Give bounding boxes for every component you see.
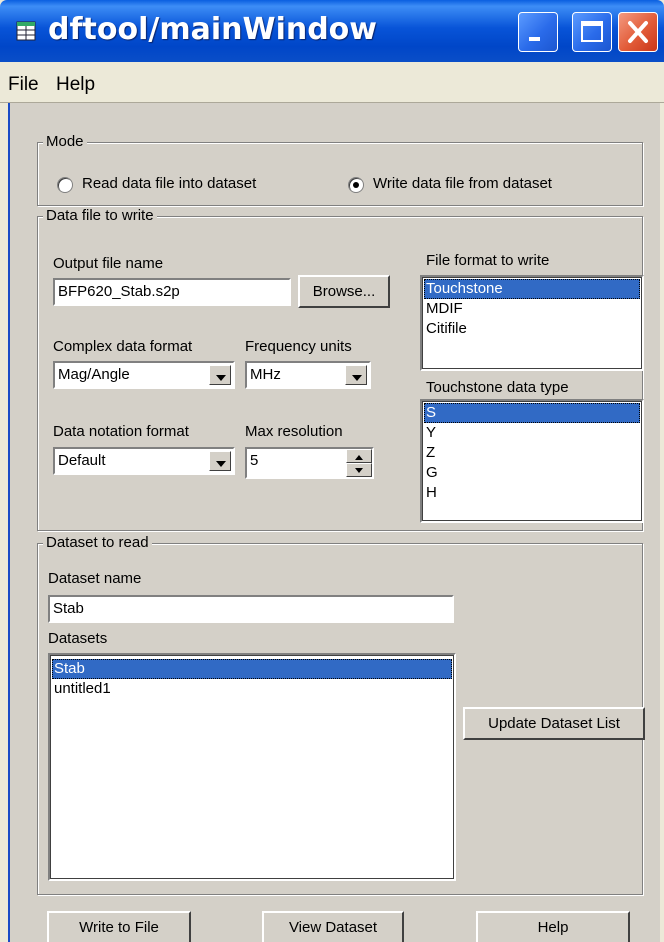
list-item[interactable]: Y <box>424 423 640 443</box>
radio-read-label[interactable]: Read data file into dataset <box>82 175 256 192</box>
frequency-units-select[interactable]: MHz <box>245 361 371 389</box>
browse-button-label: Browse... <box>312 283 376 300</box>
notation-format-value: Default <box>58 452 106 469</box>
chevron-down-icon[interactable] <box>209 451 231 471</box>
help-button[interactable]: Help <box>476 911 630 942</box>
maximize-button[interactable] <box>572 12 612 52</box>
spin-down-button[interactable] <box>346 463 372 477</box>
max-resolution-value: 5 <box>250 452 259 469</box>
touchstone-type-label: Touchstone data type <box>426 379 569 396</box>
frequency-units-value: MHz <box>250 366 281 383</box>
minimize-icon <box>529 37 540 41</box>
spin-up-icon <box>355 455 363 460</box>
radio-write[interactable] <box>348 177 364 193</box>
list-item[interactable]: Z <box>424 443 640 463</box>
touchstone-type-list[interactable]: S Y Z G H <box>420 399 644 523</box>
dataset-name-label: Dataset name <box>48 570 142 587</box>
chevron-down-icon[interactable] <box>345 365 367 385</box>
complex-format-label: Complex data format <box>53 338 193 355</box>
view-dataset-label: View Dataset <box>288 919 378 936</box>
file-format-list[interactable]: Touchstone MDIF Citifile <box>420 275 644 371</box>
spin-up-button[interactable] <box>346 449 372 463</box>
radio-write-label[interactable]: Write data file from dataset <box>373 175 552 192</box>
output-file-input[interactable]: BFP620_Stab.s2p <box>53 278 291 306</box>
menu-file[interactable]: File <box>8 74 39 96</box>
chevron-down-icon[interactable] <box>209 365 231 385</box>
frequency-units-label: Frequency units <box>245 338 352 355</box>
complex-format-select[interactable]: Mag/Angle <box>53 361 235 389</box>
list-item[interactable]: H <box>424 483 640 503</box>
complex-format-value: Mag/Angle <box>58 366 130 383</box>
main-window: dftool/mainWindow File Help Mode Read da… <box>0 0 664 942</box>
title-bar[interactable]: dftool/mainWindow <box>0 0 664 62</box>
maximize-icon <box>581 21 603 42</box>
output-file-label: Output file name <box>53 255 164 272</box>
menu-help[interactable]: Help <box>56 74 95 96</box>
mode-legend: Mode <box>43 133 87 150</box>
app-icon <box>16 21 36 41</box>
help-button-label: Help <box>537 919 569 936</box>
spin-down-icon <box>355 468 363 473</box>
client-area: Mode Read data file into dataset Write d… <box>8 103 660 942</box>
list-item[interactable]: MDIF <box>424 299 640 319</box>
close-icon <box>628 21 648 43</box>
list-item[interactable]: Touchstone <box>424 279 640 299</box>
write-to-file-button[interactable]: Write to File <box>47 911 191 942</box>
dataset-name-input[interactable]: Stab <box>48 595 454 623</box>
file-format-label: File format to write <box>426 252 550 269</box>
datasets-label: Datasets <box>48 630 108 647</box>
view-dataset-button[interactable]: View Dataset <box>262 911 404 942</box>
update-dataset-list-label: Update Dataset List <box>488 715 620 732</box>
browse-button[interactable]: Browse... <box>298 275 390 308</box>
window-title: dftool/mainWindow <box>48 12 378 47</box>
list-item[interactable]: Citifile <box>424 319 640 339</box>
dataset-legend: Dataset to read <box>43 534 152 551</box>
update-dataset-list-button[interactable]: Update Dataset List <box>463 707 645 740</box>
data-file-legend: Data file to write <box>43 207 157 224</box>
notation-format-label: Data notation format <box>53 423 189 440</box>
radio-read[interactable] <box>57 177 73 193</box>
list-item[interactable]: Stab <box>52 659 452 679</box>
menu-bar <box>0 62 664 103</box>
list-item[interactable]: S <box>424 403 640 423</box>
list-item[interactable]: untitled1 <box>52 679 452 699</box>
minimize-button[interactable] <box>518 12 558 52</box>
notation-format-select[interactable]: Default <box>53 447 235 475</box>
write-to-file-label: Write to File <box>79 919 159 936</box>
mode-group <box>37 142 643 206</box>
datasets-list[interactable]: Stab untitled1 <box>48 653 456 881</box>
max-resolution-label: Max resolution <box>245 423 343 440</box>
list-item[interactable]: G <box>424 463 640 483</box>
close-button[interactable] <box>618 12 658 52</box>
